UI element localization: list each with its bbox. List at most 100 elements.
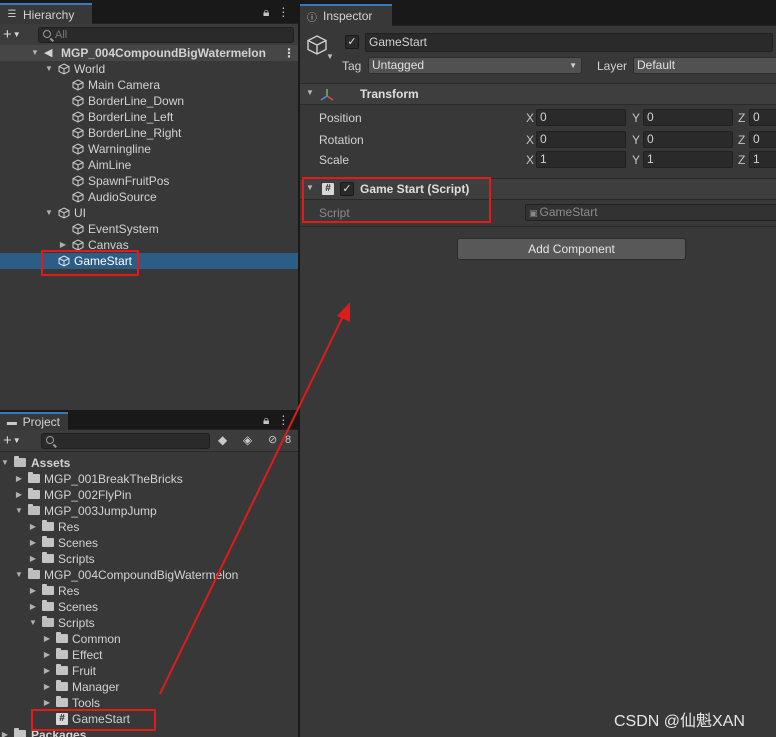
collapsed-arrow-icon[interactable]: ▶ xyxy=(28,583,38,599)
search-by-label-icon[interactable]: ◈ xyxy=(243,433,252,447)
hierarchy-search-input[interactable]: All xyxy=(38,27,294,43)
expand-arrow-icon[interactable]: ▼ xyxy=(44,205,54,221)
rotation-x-field[interactable]: 0 xyxy=(536,131,626,148)
expand-arrow-icon[interactable]: ▼ xyxy=(0,455,10,471)
lock-icon[interactable]: 🔒︎ xyxy=(263,5,269,20)
collapse-arrow-icon[interactable]: ▼ xyxy=(30,45,40,61)
scene-menu-icon[interactable]: ⋮ xyxy=(283,45,295,61)
project-item-tools[interactable]: ▶ Tools xyxy=(0,695,298,711)
tree-item-ui[interactable]: ▼ UI xyxy=(0,205,298,221)
rotation-y-field[interactable]: 0 xyxy=(643,131,733,148)
tree-item-spawnfruitpos[interactable]: SpawnFruitPos xyxy=(0,173,298,189)
project-item-res[interactable]: ▶ Res xyxy=(0,519,298,535)
expand-arrow-icon[interactable]: ▼ xyxy=(44,61,54,77)
scale-y-axis-label[interactable]: Y xyxy=(632,153,640,167)
lock-icon[interactable]: 🔒︎ xyxy=(263,413,269,428)
tag-dropdown[interactable]: Untagged ▼ xyxy=(368,57,582,74)
collapsed-arrow-icon[interactable]: ▶ xyxy=(28,535,38,551)
object-active-checkbox[interactable]: ✓ xyxy=(345,35,359,49)
folder-icon xyxy=(42,600,54,611)
tab-project[interactable]: ▬ Project xyxy=(0,412,68,430)
tree-item-warningline[interactable]: Warningline xyxy=(0,141,298,157)
more-options-icon[interactable]: ⋮ xyxy=(277,5,289,20)
expand-arrow-icon[interactable]: ▼ xyxy=(14,503,24,519)
scale-x-field[interactable]: 1 xyxy=(536,151,626,168)
tab-hierarchy[interactable]: ☰ Hierarchy xyxy=(0,3,92,24)
collapsed-arrow-icon[interactable]: ▶ xyxy=(58,237,68,253)
add-component-button[interactable]: Add Component xyxy=(457,238,686,260)
layer-dropdown[interactable]: Default xyxy=(633,57,776,74)
position-z-field[interactable]: 0 xyxy=(749,109,776,126)
project-search-input[interactable] xyxy=(41,433,210,449)
scale-z-axis-label[interactable]: Z xyxy=(738,153,745,167)
collapsed-arrow-icon[interactable]: ▶ xyxy=(42,679,52,695)
project-item-mgp001[interactable]: ▶ MGP_001BreakTheBricks xyxy=(0,471,298,487)
project-item-common[interactable]: ▶ Common xyxy=(0,631,298,647)
project-item-mgp002[interactable]: ▶ MGP_002FlyPin xyxy=(0,487,298,503)
tree-item-borderline-right[interactable]: BorderLine_Right xyxy=(0,125,298,141)
scale-z-field[interactable]: 1 xyxy=(749,151,776,168)
tree-item-aimline[interactable]: AimLine xyxy=(0,157,298,173)
project-item-res[interactable]: ▶ Res xyxy=(0,583,298,599)
project-item-scenes[interactable]: ▶ Scenes xyxy=(0,599,298,615)
scene-row[interactable]: ▼ ◀︎ MGP_004CompoundBigWatermelon ⋮ xyxy=(0,45,298,61)
component-enabled-checkbox[interactable]: ✓ xyxy=(340,182,354,196)
project-item-packages[interactable]: ▶ Packages xyxy=(0,727,298,737)
project-item-assets[interactable]: ▼ Assets xyxy=(0,455,298,471)
collapsed-arrow-icon[interactable]: ▶ xyxy=(42,695,52,711)
rotation-x-axis-label[interactable]: X xyxy=(526,133,534,147)
collapsed-arrow-icon[interactable]: ▶ xyxy=(14,471,24,487)
tab-inspector[interactable]: ⓘ Inspector xyxy=(300,4,392,26)
tree-item-canvas[interactable]: ▶ Canvas xyxy=(0,237,298,253)
tree-item-borderline-left[interactable]: BorderLine_Left xyxy=(0,109,298,125)
foldout-arrow-icon[interactable]: ▼ xyxy=(306,183,314,192)
position-z-axis-label[interactable]: Z xyxy=(738,111,745,125)
project-item-fruit[interactable]: ▶ Fruit xyxy=(0,663,298,679)
collapsed-arrow-icon[interactable]: ▶ xyxy=(28,599,38,615)
collapsed-arrow-icon[interactable]: ▶ xyxy=(28,551,38,567)
project-item-manager[interactable]: ▶ Manager xyxy=(0,679,298,695)
expand-arrow-icon[interactable]: ▼ xyxy=(14,567,24,583)
create-asset-button[interactable]: +▼ xyxy=(3,431,21,453)
rotation-y-axis-label[interactable]: Y xyxy=(632,133,640,147)
icon-dropdown-caret-icon[interactable]: ▼ xyxy=(326,52,334,61)
transform-header[interactable]: ▼ Transform xyxy=(300,83,776,105)
collapsed-arrow-icon[interactable]: ▶ xyxy=(28,519,38,535)
tree-item-world[interactable]: ▼ World xyxy=(0,61,298,77)
project-item-scripts[interactable]: ▼ Scripts xyxy=(0,615,298,631)
project-item-gamestart-script[interactable]: # GameStart xyxy=(0,711,298,727)
position-y-axis-label[interactable]: Y xyxy=(632,111,640,125)
script-component-header[interactable]: ▼ # ✓ Game Start (Script) xyxy=(300,178,776,200)
collapsed-arrow-icon[interactable]: ▶ xyxy=(42,647,52,663)
search-by-type-icon[interactable]: ◆ xyxy=(218,433,227,447)
more-options-icon[interactable]: ⋮ xyxy=(277,413,289,428)
project-item-mgp004[interactable]: ▼ MGP_004CompoundBigWatermelon xyxy=(0,567,298,583)
project-item-label: MGP_003JumpJump xyxy=(44,504,157,518)
object-name-field[interactable]: GameStart xyxy=(365,33,773,52)
scale-x-axis-label[interactable]: X xyxy=(526,153,534,167)
scale-y-field[interactable]: 1 xyxy=(643,151,733,168)
project-item-effect[interactable]: ▶ Effect xyxy=(0,647,298,663)
position-y-field[interactable]: 0 xyxy=(643,109,733,126)
position-x-axis-label[interactable]: X xyxy=(526,111,534,125)
expand-arrow-icon[interactable]: ▼ xyxy=(28,615,38,631)
collapsed-arrow-icon[interactable]: ▶ xyxy=(42,663,52,679)
list-icon: ☰ xyxy=(7,9,17,20)
tree-item-audiosource[interactable]: AudioSource xyxy=(0,189,298,205)
collapsed-arrow-icon[interactable]: ▶ xyxy=(42,631,52,647)
collapsed-arrow-icon[interactable]: ▶ xyxy=(14,487,24,503)
project-item-scripts[interactable]: ▶ Scripts xyxy=(0,551,298,567)
tree-item-borderline-down[interactable]: BorderLine_Down xyxy=(0,93,298,109)
tree-item-eventsystem[interactable]: EventSystem xyxy=(0,221,298,237)
create-button[interactable]: +▼ xyxy=(3,25,21,47)
tree-item-main-camera[interactable]: Main Camera xyxy=(0,77,298,93)
tree-item-gamestart[interactable]: GameStart xyxy=(0,253,298,269)
hidden-packages-icon[interactable]: ⊘ xyxy=(268,433,277,446)
collapsed-arrow-icon[interactable]: ▶ xyxy=(0,727,10,737)
project-item-scenes[interactable]: ▶ Scenes xyxy=(0,535,298,551)
project-item-mgp003[interactable]: ▼ MGP_003JumpJump xyxy=(0,503,298,519)
position-x-field[interactable]: 0 xyxy=(536,109,626,126)
foldout-arrow-icon[interactable]: ▼ xyxy=(306,88,314,97)
rotation-z-field[interactable]: 0 xyxy=(749,131,776,148)
rotation-z-axis-label[interactable]: Z xyxy=(738,133,745,147)
